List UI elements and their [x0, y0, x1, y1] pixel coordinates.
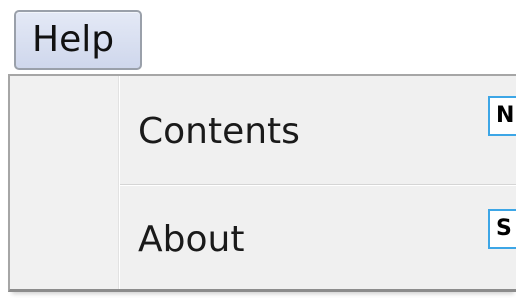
menu-item-contents[interactable]: Contents — [10, 82, 516, 174]
menu-item-about[interactable]: About — [10, 186, 516, 278]
about-key-hint-badge: S — [488, 209, 516, 249]
contents-key-hint-badge: N — [488, 96, 516, 136]
menu-item-about-label: About — [138, 219, 245, 260]
help-menu-screen: Help Contents About N S — [0, 0, 516, 298]
help-menu-button[interactable]: Help — [14, 10, 142, 70]
help-dropdown-menu: Contents About — [8, 74, 516, 292]
menu-item-contents-label: Contents — [138, 111, 300, 152]
